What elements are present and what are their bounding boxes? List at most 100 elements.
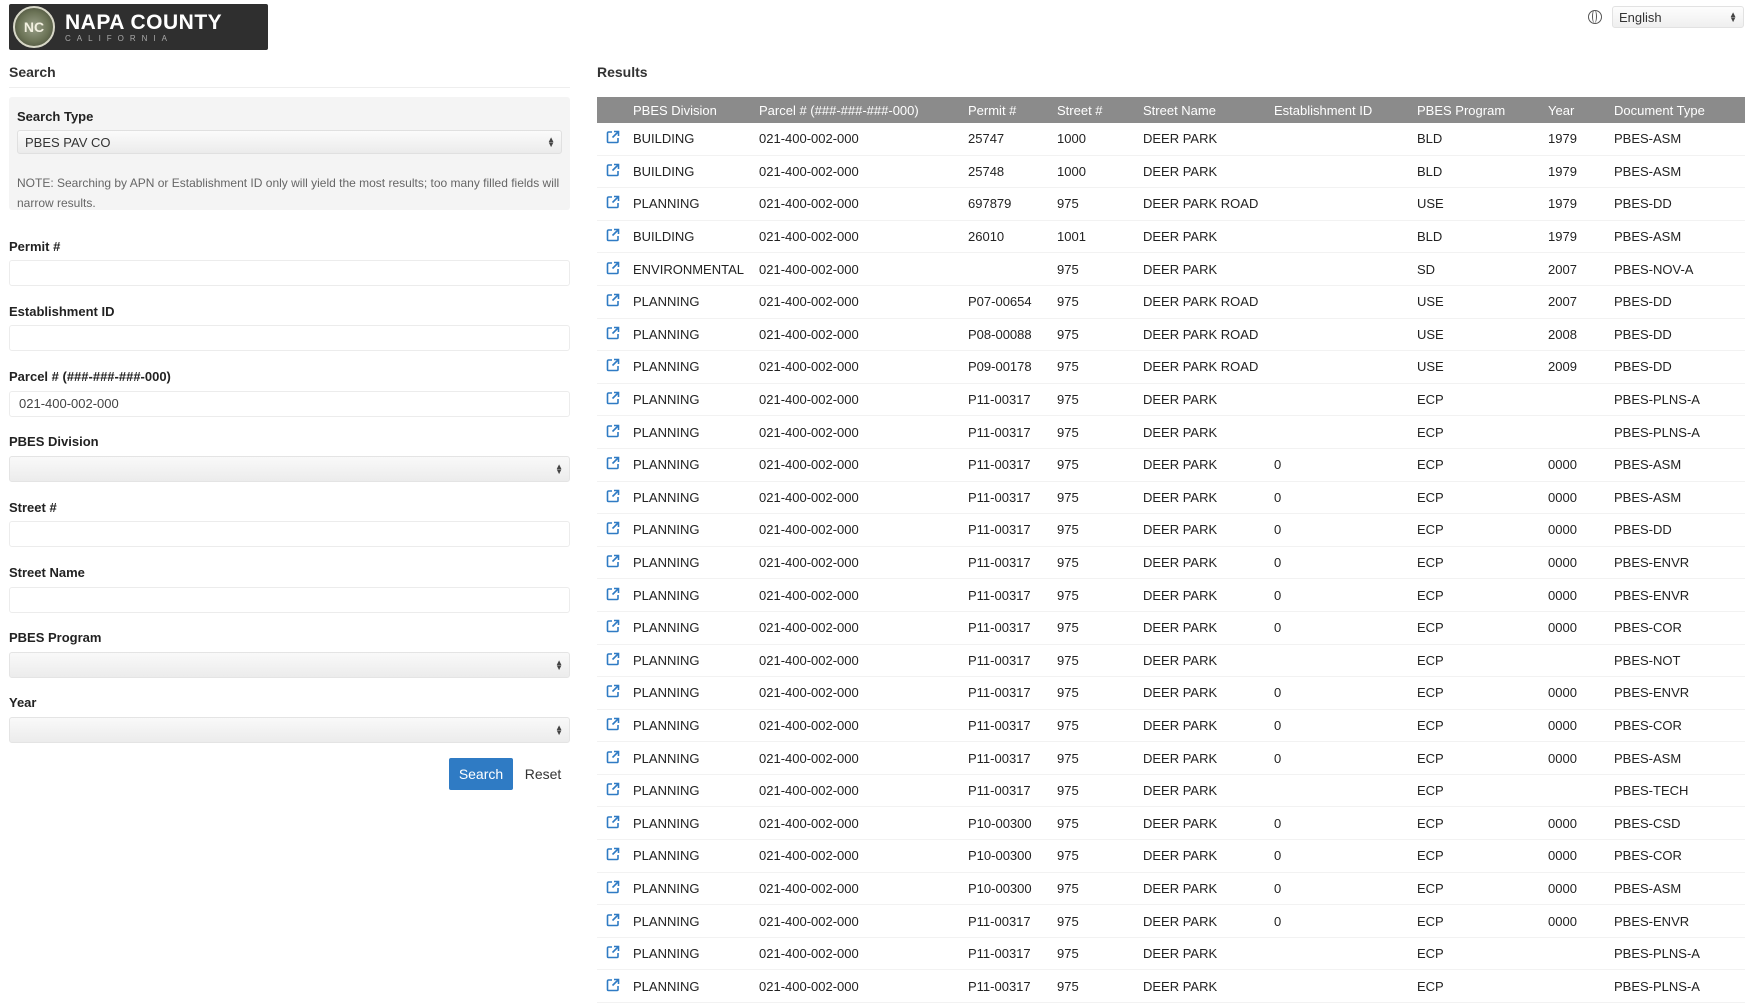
cell-pbes-program: BLD (1417, 131, 1443, 147)
table-row: PLANNING 021-400-002-000 P11-00317 975 DEER … (597, 449, 1745, 482)
external-link-icon[interactable] (606, 587, 620, 601)
cell-establishment-id: 0 (1274, 489, 1282, 505)
external-link-icon[interactable] (606, 456, 620, 470)
cell-street-name: DEER PARK (1143, 685, 1218, 701)
cell-year: 0000 (1548, 717, 1577, 733)
cell-year: 2007 (1548, 261, 1577, 277)
select-arrows-icon: ▲ ▼ (547, 135, 555, 149)
header-year[interactable]: Year (1548, 103, 1614, 118)
external-link-icon[interactable] (606, 684, 620, 698)
cell-document-type: PBES-ASM (1614, 457, 1682, 473)
table-row: PLANNING 021-400-002-000 P11-00317 975 DEER … (597, 710, 1745, 743)
header-permit[interactable]: Permit # (968, 103, 1057, 118)
row-link-cell (597, 228, 633, 245)
cell-street-number: 975 (1057, 392, 1079, 408)
cell-street-number: 1000 (1057, 131, 1086, 147)
establishment-id-input[interactable] (9, 325, 570, 351)
cell-permit: P10-00300 (968, 815, 1032, 831)
external-link-icon[interactable] (606, 489, 620, 503)
external-link-icon[interactable] (606, 326, 620, 340)
cell-permit: P11-00317 (968, 620, 1031, 636)
table-row: PLANNING 021-400-002-000 P08-00088 975 DEER … (597, 319, 1745, 352)
cell-pbes-division: PLANNING (633, 913, 700, 929)
cell-pbes-program: ECP (1417, 848, 1444, 864)
cell-year: 0000 (1548, 848, 1577, 864)
cell-pbes-division: PLANNING (633, 392, 700, 408)
search-button[interactable]: Search (449, 758, 513, 790)
cell-document-type: PBES-ENVR (1614, 913, 1690, 929)
external-link-icon[interactable] (606, 717, 620, 731)
external-link-icon[interactable] (606, 782, 620, 796)
cell-year: 0000 (1548, 880, 1577, 896)
external-link-icon[interactable] (606, 163, 620, 177)
cell-establishment-id: 0 (1274, 457, 1282, 473)
permit-input[interactable] (9, 260, 570, 286)
cell-street-number: 975 (1057, 261, 1079, 277)
cell-street-number: 975 (1057, 489, 1079, 505)
external-link-icon[interactable] (606, 913, 620, 927)
cell-street-name: DEER PARK (1143, 489, 1218, 505)
external-link-icon[interactable] (606, 521, 620, 535)
external-link-icon[interactable] (606, 815, 620, 829)
cell-pbes-program: ECP (1417, 750, 1444, 766)
establishment-id-label: Establishment ID (9, 304, 115, 319)
row-link-cell (597, 424, 633, 441)
external-link-icon[interactable] (606, 195, 620, 209)
external-link-icon[interactable] (606, 130, 620, 144)
cell-parcel: 021-400-002-000 (759, 326, 859, 342)
street-name-input[interactable] (9, 587, 570, 613)
external-link-icon[interactable] (606, 619, 620, 633)
pbes-program-label: PBES Program (9, 630, 102, 645)
cell-street-name: DEER PARK (1143, 620, 1218, 636)
row-link-cell (597, 847, 633, 864)
cell-street-name: DEER PARK (1143, 261, 1218, 277)
external-link-icon[interactable] (606, 880, 620, 894)
row-link-cell (597, 782, 633, 799)
cell-parcel: 021-400-002-000 (759, 196, 859, 212)
cell-permit: P11-00317 (968, 457, 1031, 473)
header-street-name[interactable]: Street Name (1143, 103, 1274, 118)
header-pbes-division[interactable]: PBES Division (633, 103, 759, 118)
cell-document-type: PBES-PLNS-A (1614, 392, 1700, 408)
table-row: PLANNING 021-400-002-000 P11-00317 975 DEER … (597, 938, 1745, 971)
header-street-number[interactable]: Street # (1057, 103, 1143, 118)
napa-county-logo[interactable]: NC NAPA COUNTY CALIFORNIA (9, 4, 268, 50)
external-link-icon[interactable] (606, 978, 620, 992)
external-link-icon[interactable] (606, 945, 620, 959)
year-select[interactable]: ▲ ▼ (9, 717, 570, 743)
reset-button[interactable]: Reset (516, 758, 570, 790)
external-link-icon[interactable] (606, 261, 620, 275)
cell-year: 0000 (1548, 620, 1577, 636)
cell-year: 1979 (1548, 196, 1577, 212)
header-document-type[interactable]: Document Type (1614, 103, 1745, 118)
cell-parcel: 021-400-002-000 (759, 685, 859, 701)
external-link-icon[interactable] (606, 391, 620, 405)
language-select[interactable]: English ▲ ▼ (1612, 6, 1744, 28)
cell-document-type: PBES-ASM (1614, 131, 1682, 147)
external-link-icon[interactable] (606, 228, 620, 242)
street-number-input[interactable] (9, 521, 570, 547)
parcel-input[interactable]: 021-400-002-000 (9, 391, 570, 417)
external-link-icon[interactable] (606, 293, 620, 307)
external-link-icon[interactable] (606, 358, 620, 372)
search-type-select[interactable]: PBES PAV CO ▲ ▼ (17, 130, 562, 154)
external-link-icon[interactable] (606, 554, 620, 568)
pbes-program-select[interactable]: ▲ ▼ (9, 652, 570, 678)
cell-street-number: 975 (1057, 783, 1079, 799)
pbes-division-select[interactable]: ▲ ▼ (9, 456, 570, 482)
external-link-icon[interactable] (606, 652, 620, 666)
external-link-icon[interactable] (606, 424, 620, 438)
cell-year: 2008 (1548, 326, 1577, 342)
table-row: BUILDING 021-400-002-000 25748 1000 DEER PAR… (597, 156, 1745, 189)
cell-establishment-id: 0 (1274, 555, 1282, 571)
cell-pbes-program: BLD (1417, 163, 1443, 179)
header-establishment-id[interactable]: Establishment ID (1274, 103, 1417, 118)
cell-permit: P11-00317 (968, 978, 1031, 994)
cell-establishment-id: 0 (1274, 717, 1282, 733)
cell-document-type: PBES-ENVR (1614, 555, 1690, 571)
external-link-icon[interactable] (606, 750, 620, 764)
header-parcel[interactable]: Parcel # (###-###-###-000) (759, 103, 968, 118)
external-link-icon[interactable] (606, 847, 620, 861)
cell-establishment-id: 0 (1274, 685, 1282, 701)
header-pbes-program[interactable]: PBES Program (1417, 103, 1548, 118)
